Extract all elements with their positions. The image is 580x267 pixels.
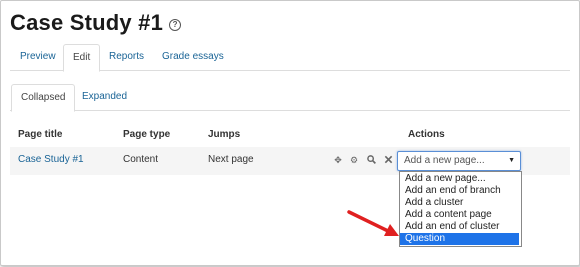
move-icon[interactable]: ✥ bbox=[333, 155, 343, 165]
question-circle-icon[interactable]: ? bbox=[169, 19, 182, 31]
tab-collapsed[interactable]: Collapsed bbox=[11, 84, 76, 112]
search-icon[interactable] bbox=[366, 155, 376, 165]
add-page-options: Add a new page... Add an end of branch A… bbox=[399, 171, 522, 247]
option-add-end-of-cluster[interactable]: Add an end of cluster bbox=[400, 221, 519, 233]
option-add-cluster[interactable]: Add a cluster bbox=[400, 197, 519, 209]
view-tabs: Collapsed Expanded bbox=[10, 84, 570, 112]
jumps-value: Next page bbox=[208, 154, 254, 165]
main-tabs: Preview Edit Reports Grade essays bbox=[10, 44, 570, 72]
header-page-title: Page title bbox=[18, 129, 63, 140]
page-title: Case Study #1 bbox=[10, 10, 164, 35]
title-row: Case Study #1 ? bbox=[10, 6, 182, 40]
gear-icon[interactable]: ⚙ bbox=[349, 155, 359, 165]
pointer-arrow-icon bbox=[347, 210, 399, 236]
tab-edit[interactable]: Edit bbox=[63, 44, 101, 72]
option-add-content-page[interactable]: Add a content page bbox=[400, 209, 519, 221]
add-page-select[interactable]: Add a new page... ▼ bbox=[397, 151, 521, 171]
lesson-edit-panel: Case Study #1 ? Preview Edit Reports Gra… bbox=[0, 0, 580, 266]
header-page-type: Page type bbox=[123, 129, 171, 140]
add-page-select-value: Add a new page... bbox=[404, 155, 485, 166]
tab-preview[interactable]: Preview bbox=[11, 44, 65, 70]
header-actions: Actions bbox=[408, 129, 445, 140]
tab-grade-essays[interactable]: Grade essays bbox=[153, 44, 233, 70]
page-type-value: Content bbox=[123, 154, 159, 165]
tab-expanded[interactable]: Expanded bbox=[73, 84, 136, 110]
option-add-new-page[interactable]: Add a new page... bbox=[400, 173, 519, 185]
option-question[interactable]: Question bbox=[400, 233, 519, 245]
tab-reports[interactable]: Reports bbox=[100, 44, 153, 70]
header-jumps: Jumps bbox=[208, 129, 241, 140]
chevron-down-icon: ▼ bbox=[508, 157, 515, 164]
option-add-end-of-branch[interactable]: Add an end of branch bbox=[400, 185, 519, 197]
page-title-link[interactable]: Case Study #1 bbox=[18, 154, 84, 165]
close-icon[interactable] bbox=[383, 155, 393, 165]
